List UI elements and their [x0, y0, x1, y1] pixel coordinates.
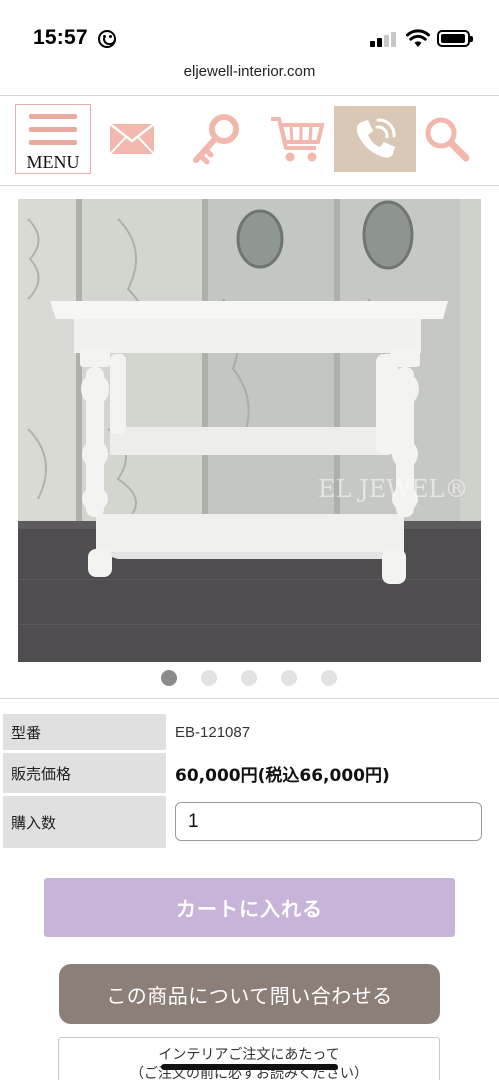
- price-value: 60,000円(税込66,000円): [175, 765, 390, 786]
- battery-icon: [437, 30, 473, 47]
- carousel-dot-1[interactable]: [161, 670, 177, 686]
- divider: [0, 185, 499, 186]
- watermark-text: EL JEWEL®: [318, 475, 468, 503]
- price-label: 販売価格: [3, 753, 166, 793]
- inquiry-button[interactable]: この商品について問い合わせる: [59, 964, 440, 1024]
- spec-row-price: 販売価格 60,000円(税込66,000円): [3, 753, 486, 793]
- spec-row-model: 型番 EB-121087: [3, 714, 486, 750]
- phone-icon[interactable]: [334, 106, 416, 172]
- menu-label: MENU: [26, 152, 80, 172]
- cart-icon[interactable]: [262, 106, 332, 172]
- cellular-signal-icon: [370, 31, 398, 47]
- quantity-label: 購入数: [3, 796, 166, 848]
- menu-button[interactable]: MENU: [15, 104, 91, 174]
- image-carousel-dots: [0, 670, 499, 686]
- address-bar-url[interactable]: eljewell-interior.com: [0, 63, 499, 80]
- carousel-dot-5[interactable]: [321, 670, 337, 686]
- quantity-input[interactable]: [175, 802, 482, 841]
- smiley-icon: [98, 30, 116, 48]
- status-bar: 15:57: [0, 0, 499, 58]
- site-nav: MENU: [0, 96, 499, 184]
- key-icon[interactable]: [180, 106, 250, 172]
- carousel-dot-2[interactable]: [201, 670, 217, 686]
- product-image[interactable]: EL JEWEL®: [18, 199, 481, 662]
- carousel-dot-3[interactable]: [241, 670, 257, 686]
- status-time: 15:57: [33, 26, 88, 49]
- mail-icon[interactable]: [97, 106, 167, 172]
- order-notice-link[interactable]: インテリアご注文にあたって （ご注文の前に必ずお読みください）: [58, 1037, 440, 1080]
- search-icon[interactable]: [411, 106, 481, 172]
- add-to-cart-button[interactable]: カートに入れる: [44, 878, 455, 937]
- home-indicator: [161, 1064, 338, 1070]
- model-label: 型番: [3, 714, 166, 750]
- carousel-dot-4[interactable]: [281, 670, 297, 686]
- notice-line-1: インテリアご注文にあたって: [158, 1047, 340, 1063]
- wifi-icon: [406, 29, 430, 47]
- model-value: EB-121087: [175, 723, 251, 741]
- divider: [0, 698, 499, 699]
